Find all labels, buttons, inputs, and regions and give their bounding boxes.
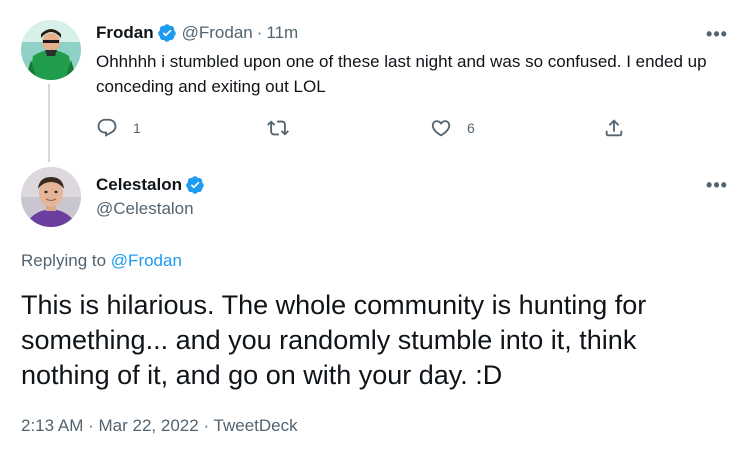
verified-badge-icon (157, 23, 177, 43)
reply-button[interactable]: 1 (96, 114, 141, 142)
avatar-frodan[interactable] (21, 20, 81, 80)
share-button[interactable] (603, 114, 625, 142)
avatar-frodan-image (21, 20, 81, 80)
like-heart-icon (430, 117, 452, 139)
tweet-time-ago[interactable]: 11m (266, 23, 298, 43)
meta-separator: · (203, 416, 210, 435)
retweet-button[interactable] (267, 114, 289, 142)
author-display-name[interactable]: Frodan (96, 23, 154, 43)
author-handle[interactable]: @Frodan (182, 23, 253, 43)
replying-to-line: Replying to @Frodan (21, 251, 182, 271)
main-author-handle[interactable]: @Celestalon (96, 199, 194, 219)
meta-separator: · (88, 416, 94, 435)
like-button[interactable]: 6 (430, 114, 475, 142)
main-author-display-name[interactable]: Celestalon (96, 175, 182, 195)
thread-connector-line (48, 84, 50, 162)
like-count: 6 (467, 120, 475, 136)
retweet-icon (267, 117, 289, 139)
reply-icon (96, 117, 118, 139)
tweet-timestamp-time[interactable]: 2:13 AM (21, 416, 83, 435)
reply-count: 1 (133, 120, 141, 136)
replying-to-label: Replying to (21, 251, 107, 270)
parent-tweet[interactable]: Frodan @Frodan · 11m ••• Ohhhhh i stumbl… (0, 0, 750, 162)
parent-tweet-header: Frodan @Frodan · 11m (96, 20, 298, 46)
more-options-icon[interactable]: ••• (705, 22, 729, 46)
more-options-icon[interactable]: ••• (705, 173, 729, 197)
parent-tweet-text: Ohhhhh i stumbled upon one of these last… (96, 52, 707, 96)
tweet-action-bar: 1 6 (96, 114, 636, 142)
verified-badge-icon (185, 175, 205, 195)
tweet-source-link[interactable]: TweetDeck (214, 416, 298, 435)
replying-to-handle-link[interactable]: @Frodan (111, 251, 182, 270)
avatar-celestalon-image (21, 167, 81, 227)
main-tweet-text: This is hilarious. The whole community i… (21, 290, 647, 390)
tweet-metadata: 2:13 AM · Mar 22, 2022 · TweetDeck (21, 416, 298, 436)
main-tweet-author-row: Celestalon (96, 172, 205, 198)
share-icon (603, 117, 625, 139)
tweet-timestamp-date[interactable]: Mar 22, 2022 (99, 416, 199, 435)
header-separator: · (256, 23, 263, 42)
avatar-celestalon[interactable] (21, 167, 81, 227)
